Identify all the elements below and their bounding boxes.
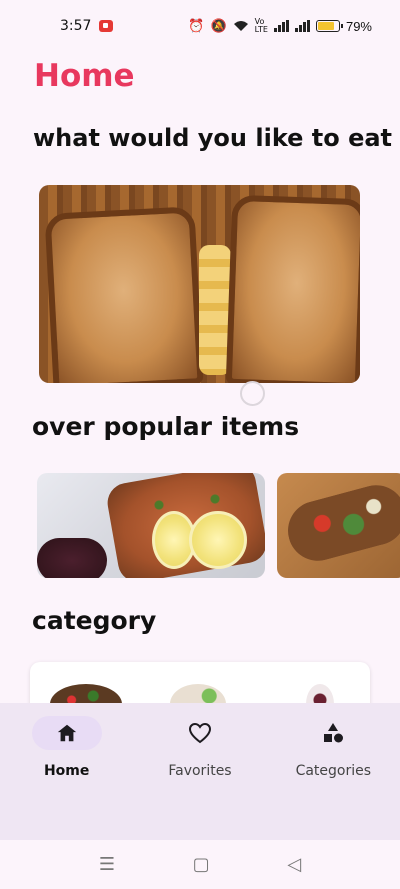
popular-heading: over popular items [32,412,300,441]
status-bar: 3:57 ⏰ 🔕 Vo LTE 79% [0,0,400,52]
heart-icon [188,722,211,744]
hero-food-image[interactable] [39,185,360,383]
volte-icon: Vo LTE [254,17,268,34]
shapes-icon [324,723,344,743]
carousel-indicator[interactable] [240,381,265,406]
back-icon[interactable]: ◁ [287,854,301,875]
nav-favorites-label: Favorites [168,763,232,779]
nav-categories-pill [298,716,368,750]
recents-icon[interactable]: ☰ [99,854,115,875]
system-navigation-bar: ☰ ▢ ◁ [0,840,400,889]
signal-icon-2 [294,20,310,32]
home-square-icon[interactable]: ▢ [193,854,210,875]
nav-favorites-pill [165,716,235,750]
toast-right-image [225,194,360,383]
status-icons: ⏰ 🔕 Vo LTE 79% [188,18,372,34]
battery-percent: 79% [345,18,372,34]
screen-record-icon [99,20,114,32]
nav-favorites[interactable]: Favorites [135,716,265,840]
nav-categories[interactable]: Categories [268,716,398,840]
popular-item-card[interactable] [277,473,400,578]
status-time: 3:57 [60,18,92,34]
bottom-navigation: Home Favorites Categories [0,703,400,840]
mute-icon: 🔕 [210,18,227,34]
signal-icon [273,20,289,32]
wifi-icon [233,21,248,31]
page-title: Home [34,58,135,94]
toast-left-image [44,206,204,383]
lemon-slice-image [189,511,247,569]
nav-home-label: Home [43,763,90,779]
taco-image [281,478,400,568]
home-icon [57,724,76,742]
category-heading: category [32,606,157,635]
eat-heading: what would you like to eat [33,124,393,152]
nav-home-pill [31,716,102,750]
alarm-icon: ⏰ [188,18,205,34]
battery-icon [315,20,343,32]
popular-item-card[interactable] [37,473,265,578]
battery-level-fill [317,22,334,30]
nav-categories-label: Categories [295,763,372,779]
nav-home[interactable]: Home [2,716,132,840]
red-cabbage-image [37,538,107,578]
